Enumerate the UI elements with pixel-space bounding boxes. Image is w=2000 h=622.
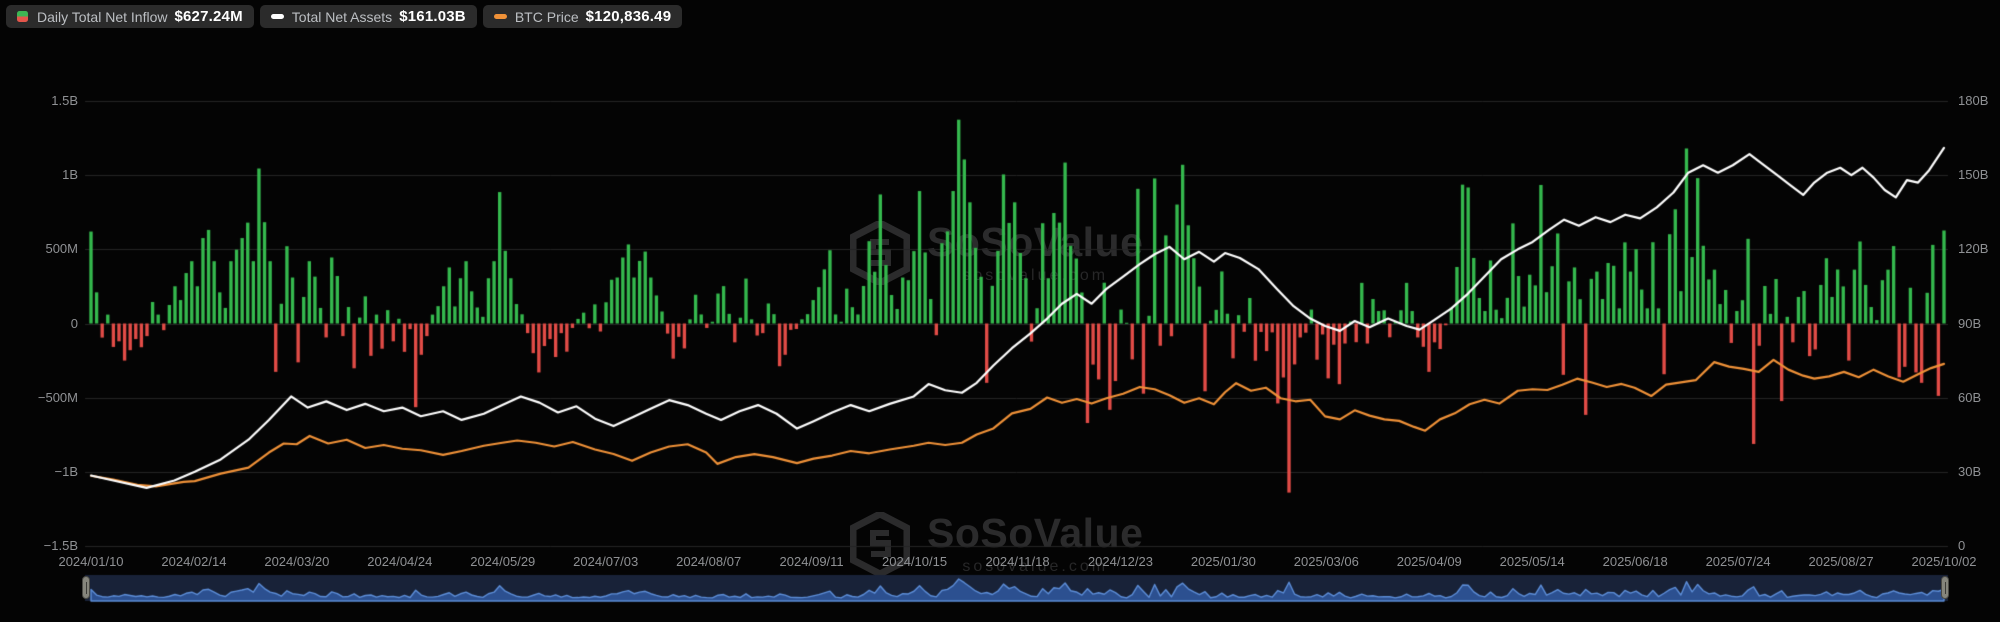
orange-dash-icon (493, 14, 507, 19)
left-axis-tick: 0 (70, 315, 78, 331)
x-axis-tick: 2024/04/24 (367, 554, 433, 569)
right-axis-tick: 90B (1958, 315, 1982, 331)
x-axis-tick: 2024/03/20 (264, 554, 330, 569)
right-axis-tick: 180B (1958, 93, 1989, 108)
x-axis-tick: 2025/06/18 (1602, 554, 1668, 569)
legend-label: Total Net Assets (291, 8, 393, 25)
left-axis-tick: 1B (62, 167, 78, 183)
legend-value: $627.24M (174, 8, 243, 25)
x-axis-tick: 2024/10/15 (882, 554, 948, 569)
main-chart-canvas[interactable] (0, 0, 2000, 622)
x-axis-tick: 2025/05/14 (1499, 554, 1565, 569)
x-axis-tick: 2025/07/24 (1705, 554, 1771, 569)
legend-item-total-net-assets[interactable]: Total Net Assets $161.03B (259, 5, 477, 28)
right-axis-tick: 30B (1958, 463, 1982, 479)
left-axis-tick: 500M (45, 241, 78, 257)
x-axis-tick: 2025/08/27 (1808, 554, 1874, 569)
white-dash-icon (270, 14, 284, 19)
right-axis-tick: 150B (1958, 167, 1989, 183)
x-axis-tick: 2024/02/14 (161, 554, 227, 569)
left-axis-tick: −1.5B (43, 538, 78, 553)
x-axis-tick: 2024/05/29 (470, 554, 536, 569)
navigator-left-handle[interactable] (82, 576, 90, 599)
legend-item-btc-price[interactable]: BTC Price $120,836.49 (482, 5, 683, 28)
x-axis-tick: 2024/07/03 (573, 554, 639, 569)
left-axis-tick: 1.5B (51, 93, 78, 108)
legend-value: $120,836.49 (585, 8, 672, 25)
legend: Daily Total Net Inflow $627.24M Total Ne… (6, 5, 683, 28)
right-axis-tick: 60B (1958, 389, 1982, 405)
legend-value: $161.03B (399, 8, 466, 25)
x-axis-tick: 2025/01/30 (1190, 554, 1256, 569)
x-axis-tick: 2024/08/07 (676, 554, 742, 569)
x-axis-tick: 2024/01/10 (58, 554, 124, 569)
etf-flow-chart-root: Daily Total Net Inflow $627.24M Total Ne… (0, 0, 2000, 622)
legend-item-daily-net-inflow[interactable]: Daily Total Net Inflow $627.24M (6, 5, 254, 28)
legend-label: BTC Price (514, 8, 579, 25)
x-axis-tick: 2025/03/06 (1293, 554, 1359, 569)
inflow-split-square-icon (17, 11, 28, 22)
right-axis-tick: 120B (1958, 241, 1989, 257)
x-axis-tick: 2025/10/02 (1911, 554, 1977, 569)
left-axis-tick: −1B (54, 463, 79, 479)
legend-label: Daily Total Net Inflow (37, 8, 168, 25)
x-axis-tick: 2024/12/23 (1087, 554, 1153, 569)
x-axis-tick: 2024/09/11 (779, 554, 844, 569)
x-axis-tick: 2025/04/09 (1396, 554, 1462, 569)
right-axis-tick: 0 (1958, 538, 1966, 553)
x-axis-tick: 2024/11/18 (985, 554, 1050, 569)
navigator-right-handle[interactable] (1941, 576, 1949, 599)
left-axis-tick: −500M (37, 389, 78, 405)
